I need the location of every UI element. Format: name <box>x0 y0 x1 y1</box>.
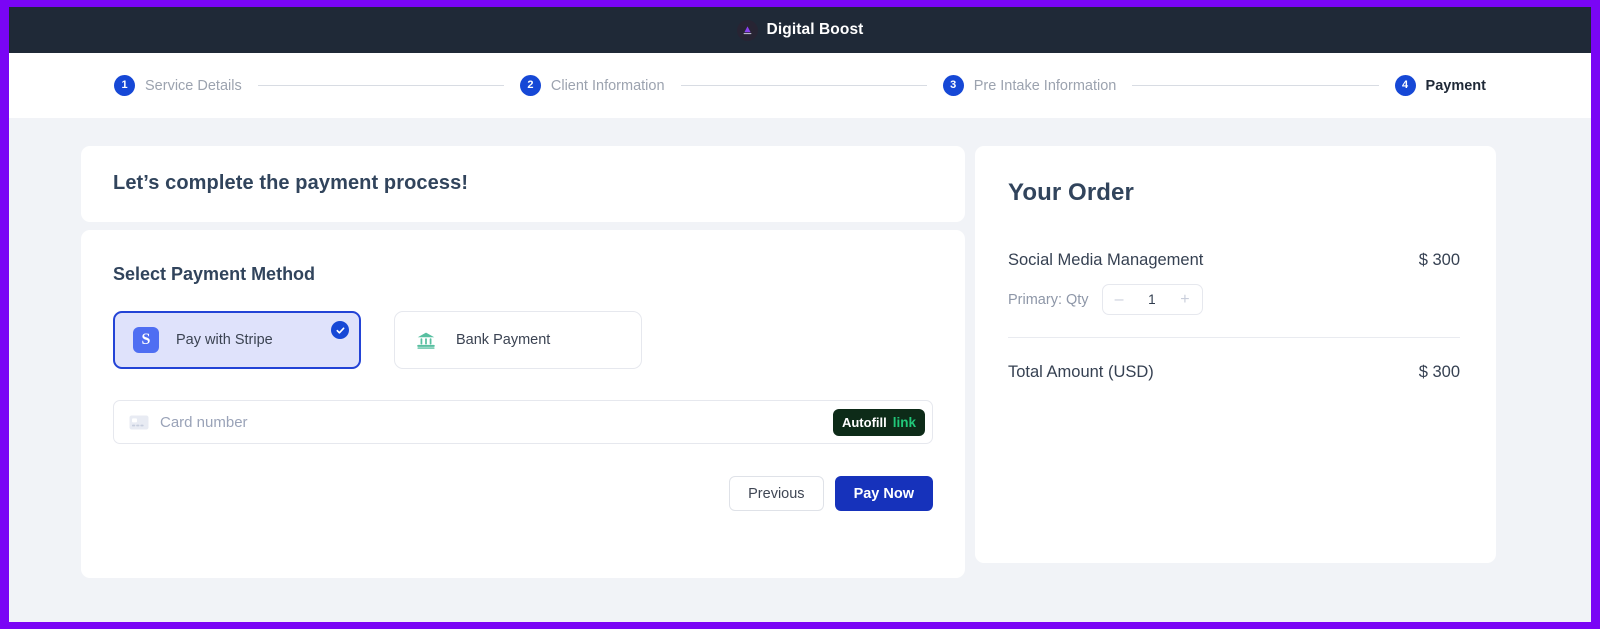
quantity-decrease-button[interactable]: – <box>1115 292 1124 308</box>
quantity-label: Primary: Qty <box>1008 292 1089 308</box>
payment-method-label: Bank Payment <box>456 332 550 348</box>
step-label: Payment <box>1426 78 1486 94</box>
card-number-placeholder: Card number <box>160 414 833 431</box>
order-line-item: Social Media Management $ 300 <box>1008 251 1460 270</box>
order-divider <box>1008 337 1460 338</box>
credit-card-icon <box>129 415 149 430</box>
progress-stepper: 1 Service Details 2 Client Information 3… <box>9 53 1591 118</box>
pay-now-button[interactable]: Pay Now <box>835 476 933 511</box>
order-item-name: Social Media Management <box>1008 251 1203 270</box>
section-title: Select Payment Method <box>113 264 933 285</box>
app-title: Digital Boost <box>767 21 864 39</box>
step-service-details[interactable]: 1 Service Details <box>114 75 242 96</box>
page-title: Let’s complete the payment process! <box>113 172 933 195</box>
step-label: Service Details <box>145 78 242 94</box>
payment-method-card: Select Payment Method S Pay with Stripe <box>81 230 965 578</box>
previous-button[interactable]: Previous <box>729 476 823 511</box>
autofill-link-badge[interactable]: Autofill link <box>833 409 925 436</box>
step-payment[interactable]: 4 Payment <box>1395 75 1486 96</box>
page-frame: Digital Boost 1 Service Details 2 Client… <box>9 7 1591 622</box>
order-quantity-row: Primary: Qty – 1 + <box>1008 284 1460 315</box>
link-brand-label: link <box>893 415 916 430</box>
payment-method-list: S Pay with Stripe <box>113 311 933 369</box>
step-number: 2 <box>520 75 541 96</box>
step-client-information[interactable]: 2 Client Information <box>520 75 665 96</box>
form-actions: Previous Pay Now <box>113 476 933 511</box>
payment-method-bank[interactable]: Bank Payment <box>394 311 642 369</box>
step-connector <box>1132 85 1378 86</box>
quantity-increase-button[interactable]: + <box>1180 292 1189 308</box>
payment-heading-card: Let’s complete the payment process! <box>81 146 965 222</box>
selected-check-icon <box>331 321 349 339</box>
step-pre-intake-information[interactable]: 3 Pre Intake Information <box>943 75 1117 96</box>
order-item-price: $ 300 <box>1419 251 1460 270</box>
step-label: Pre Intake Information <box>974 78 1117 94</box>
step-label: Client Information <box>551 78 665 94</box>
stripe-icon: S <box>133 327 159 353</box>
payment-method-label: Pay with Stripe <box>176 332 273 348</box>
triangle-logo-icon <box>737 20 758 41</box>
total-label: Total Amount (USD) <box>1008 363 1154 382</box>
quantity-stepper[interactable]: – 1 + <box>1102 284 1203 315</box>
main-content: Let’s complete the payment process! Sele… <box>9 118 1591 622</box>
autofill-label: Autofill <box>842 415 887 430</box>
step-number: 1 <box>114 75 135 96</box>
quantity-value: 1 <box>1148 292 1156 307</box>
order-summary-title: Your Order <box>1008 179 1460 207</box>
card-number-field[interactable]: Card number Autofill link <box>113 400 933 444</box>
bank-icon <box>413 327 439 353</box>
total-value: $ 300 <box>1419 363 1460 382</box>
payment-column: Let’s complete the payment process! Sele… <box>81 146 965 578</box>
payment-method-stripe[interactable]: S Pay with Stripe <box>113 311 361 369</box>
app-header: Digital Boost <box>9 7 1591 53</box>
order-summary-panel: Your Order Social Media Management $ 300… <box>975 146 1496 563</box>
order-total-row: Total Amount (USD) $ 300 <box>1008 363 1460 382</box>
step-number: 3 <box>943 75 964 96</box>
step-connector <box>681 85 927 86</box>
step-number: 4 <box>1395 75 1416 96</box>
step-connector <box>258 85 504 86</box>
